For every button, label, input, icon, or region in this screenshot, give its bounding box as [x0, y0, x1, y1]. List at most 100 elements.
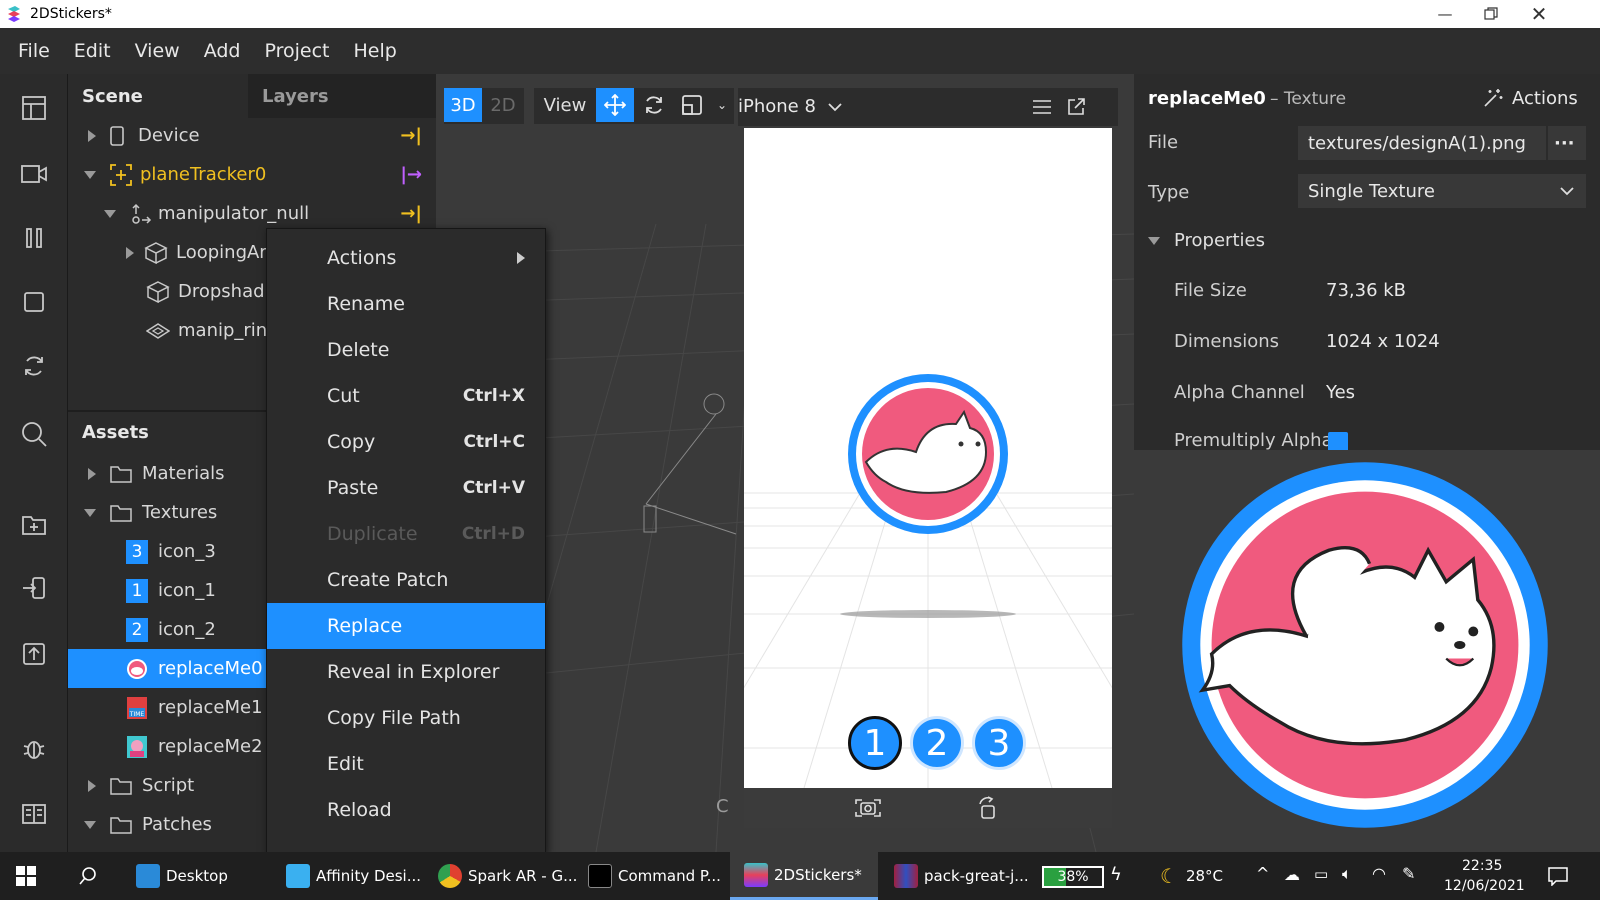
- screenshot-icon[interactable]: [854, 796, 882, 820]
- search-tool-button[interactable]: [14, 414, 54, 454]
- frame-tool-button[interactable]: [14, 282, 54, 322]
- clock-date[interactable]: 12/06/2021: [1444, 878, 1525, 894]
- add-folder-button[interactable]: [14, 504, 54, 544]
- mode-3d-button[interactable]: 3D: [444, 88, 482, 122]
- ctx-rename[interactable]: Rename: [267, 281, 545, 327]
- ctx-replace[interactable]: Replace: [267, 603, 545, 649]
- cloud-icon[interactable]: ☁: [1284, 865, 1300, 884]
- volume-icon[interactable]: 🔈︎: [1342, 864, 1352, 884]
- move-tool-button[interactable]: [596, 88, 634, 122]
- collapse-icon[interactable]: [84, 820, 96, 829]
- expand-icon[interactable]: [126, 246, 134, 259]
- ctx-paste[interactable]: Paste Ctrl+V: [267, 465, 545, 511]
- taskbar-search-button[interactable]: [78, 852, 106, 900]
- wifi-icon[interactable]: ◠: [1372, 864, 1386, 883]
- pause-icon: [26, 228, 42, 248]
- menu-icon[interactable]: [1032, 99, 1052, 115]
- ctx-delete[interactable]: Delete: [267, 327, 545, 373]
- taskbar-command-prompt[interactable]: Command P...: [588, 852, 726, 900]
- link-arrow-icon[interactable]: |→: [400, 164, 422, 185]
- alpha-channel-value: Yes: [1326, 382, 1356, 403]
- menu-file[interactable]: File: [6, 40, 62, 62]
- battery-tray-icon[interactable]: ▭: [1314, 865, 1328, 883]
- chevron-down-icon: [1560, 187, 1574, 196]
- tree-row-device[interactable]: Device →|: [68, 116, 436, 155]
- tray-chevron-icon[interactable]: ^: [1256, 864, 1269, 883]
- taskbar-desktop[interactable]: Desktop: [136, 852, 276, 900]
- alpha-channel-label: Alpha Channel: [1174, 382, 1305, 403]
- import-button[interactable]: [14, 568, 54, 608]
- minimize-button[interactable]: —: [1422, 0, 1468, 28]
- menu-project[interactable]: Project: [252, 40, 341, 62]
- ctx-actions[interactable]: Actions: [267, 235, 545, 281]
- docs-button[interactable]: [14, 794, 54, 834]
- weather-widget[interactable]: ☾ 28°C: [1160, 852, 1250, 900]
- pause-tool-button[interactable]: [14, 218, 54, 258]
- ctx-edit[interactable]: Edit: [267, 741, 545, 787]
- ctx-copy-file-path[interactable]: Copy File Path: [267, 695, 545, 741]
- collapse-icon[interactable]: [84, 508, 96, 517]
- device-select[interactable]: iPhone 8: [738, 96, 816, 117]
- premultiply-checkbox[interactable]: [1328, 432, 1348, 450]
- ctx-label: Cut: [327, 385, 360, 407]
- file-browse-button[interactable]: ···: [1548, 126, 1586, 160]
- ctx-label: Paste: [327, 477, 379, 499]
- sticker-button-1[interactable]: 1: [848, 716, 902, 770]
- tab-layers[interactable]: Layers: [248, 74, 436, 118]
- tool-dropdown-button[interactable]: ⌄: [712, 88, 732, 122]
- ctx-reload[interactable]: Reload: [267, 787, 545, 833]
- file-path-field[interactable]: textures/designA(1).png: [1298, 126, 1546, 160]
- expand-icon[interactable]: [88, 129, 96, 142]
- restore-button[interactable]: [1468, 0, 1514, 28]
- external-link-icon[interactable]: [1066, 97, 1086, 117]
- rotate-tool-button[interactable]: [636, 88, 672, 122]
- insert-arrow-icon[interactable]: →|: [400, 125, 422, 146]
- tree-row-planetracker[interactable]: planeTracker0 |→: [68, 155, 436, 194]
- ctx-reveal-in-explorer[interactable]: Reveal in Explorer: [267, 649, 545, 695]
- asset-row-replaceme0[interactable]: replaceMe0: [68, 649, 266, 688]
- layout-tool-button[interactable]: [14, 88, 54, 128]
- rotate-icon: [646, 96, 662, 114]
- ctx-copy[interactable]: Copy Ctrl+C: [267, 419, 545, 465]
- mode-2d-button[interactable]: 2D: [484, 88, 522, 122]
- type-select[interactable]: Single Texture: [1298, 174, 1586, 208]
- ctx-cut[interactable]: Cut Ctrl+X: [267, 373, 545, 419]
- taskbar-2dstickers[interactable]: 2DStickers*: [730, 852, 878, 900]
- menu-edit[interactable]: Edit: [62, 40, 123, 62]
- taskbar-winrar[interactable]: pack-great-j...: [894, 852, 1030, 900]
- menu-add[interactable]: Add: [192, 40, 253, 62]
- chevron-down-icon[interactable]: [828, 102, 842, 112]
- flip-camera-icon[interactable]: [976, 796, 1000, 820]
- taskbar-affinity[interactable]: Affinity Desi...: [286, 852, 432, 900]
- terminal-icon: [588, 864, 612, 888]
- refresh-tool-button[interactable]: [14, 346, 54, 386]
- collapse-icon[interactable]: [104, 209, 116, 218]
- ctx-create-patch[interactable]: Create Patch: [267, 557, 545, 603]
- scale-tool-button[interactable]: [674, 88, 710, 122]
- battery-indicator[interactable]: 38%: [1042, 866, 1104, 888]
- pen-icon[interactable]: ✎: [1402, 864, 1415, 883]
- clock-time[interactable]: 22:35: [1462, 858, 1502, 874]
- start-button[interactable]: [16, 852, 44, 900]
- tab-scene[interactable]: Scene: [68, 74, 248, 118]
- menu-view[interactable]: View: [123, 40, 192, 62]
- menu-help[interactable]: Help: [342, 40, 409, 62]
- insert-arrow-icon[interactable]: →|: [400, 203, 422, 224]
- sticker-button-2[interactable]: 2: [910, 716, 964, 770]
- inspector-actions-button[interactable]: Actions: [1482, 84, 1578, 112]
- taskbar-chrome[interactable]: Spark AR - G...: [438, 852, 578, 900]
- expand-icon[interactable]: [88, 779, 96, 792]
- close-icon: ✕: [1530, 2, 1548, 26]
- close-button[interactable]: ✕: [1514, 0, 1564, 28]
- camera-tool-button[interactable]: [14, 154, 54, 194]
- debug-button[interactable]: [14, 728, 54, 768]
- ctx-label: Rename: [327, 293, 405, 315]
- properties-section-toggle[interactable]: Properties: [1148, 230, 1265, 251]
- notifications-button[interactable]: [1548, 852, 1578, 900]
- view-button[interactable]: View: [534, 88, 596, 122]
- sticker-button-3[interactable]: 3: [972, 716, 1026, 770]
- upload-button[interactable]: [14, 634, 54, 674]
- phone-simulator[interactable]: 1 2 3: [744, 128, 1112, 788]
- collapse-icon[interactable]: [84, 170, 96, 179]
- expand-icon[interactable]: [88, 467, 96, 480]
